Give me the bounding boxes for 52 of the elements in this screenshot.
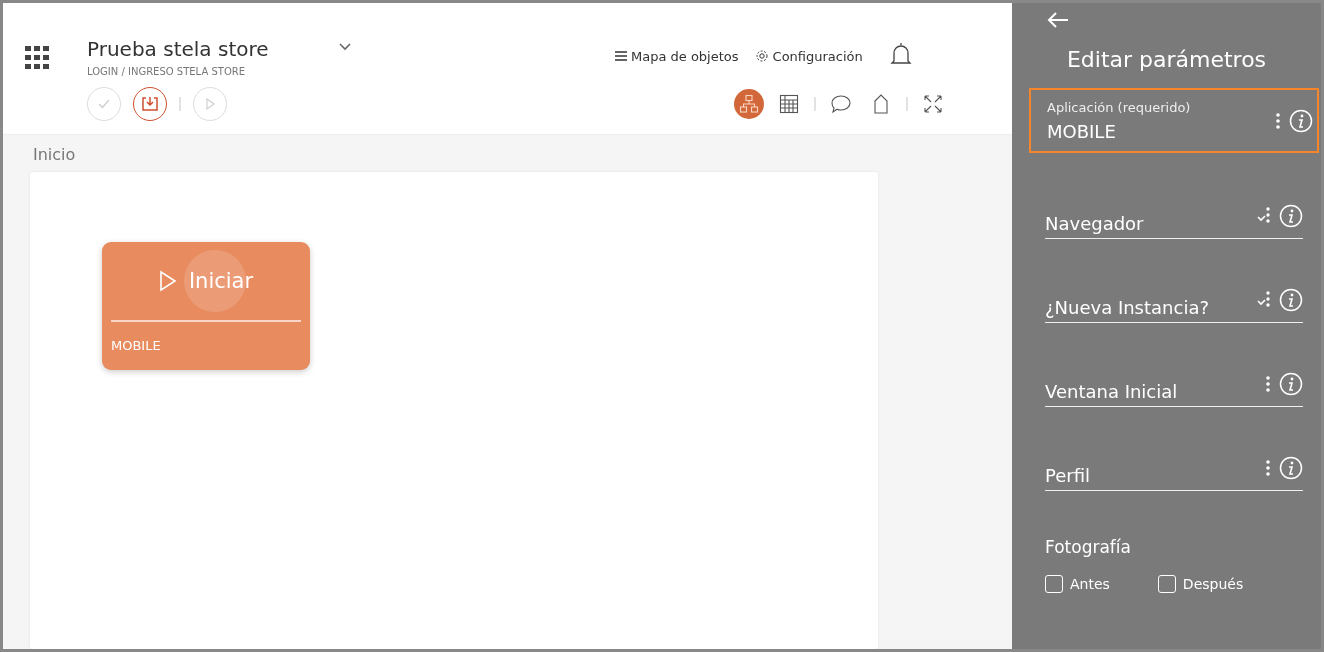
expand-icon: [923, 94, 943, 114]
parameter-field[interactable]: Perfil: [1045, 445, 1303, 491]
field-label: Navegador: [1045, 213, 1145, 234]
project-subtitle: LOGIN / INGRESO STELA STORE: [87, 66, 247, 77]
dots-check-icon[interactable]: [1257, 206, 1271, 225]
parameter-field[interactable]: Navegador: [1045, 193, 1303, 239]
download-icon: [141, 96, 159, 112]
checkbox-label: Antes: [1070, 576, 1110, 592]
settings-icon: [754, 49, 769, 63]
parameter-field[interactable]: Aplicación (requerido) MOBILE: [1029, 88, 1319, 153]
node-value: MOBILE: [111, 338, 161, 353]
info-icon[interactable]: [1279, 203, 1303, 228]
dots-check-icon[interactable]: [1257, 290, 1271, 309]
field-label: Ventana Inicial: [1045, 381, 1179, 402]
info-icon[interactable]: [1279, 287, 1303, 312]
info-icon[interactable]: [1279, 371, 1303, 396]
checkbox[interactable]: [1157, 575, 1176, 593]
node-label: Iniciar: [188, 269, 254, 293]
field-label: Aplicación (requerido): [1047, 99, 1192, 115]
checkbox-label: Después: [1182, 576, 1244, 592]
parameter-field[interactable]: ¿Nueva Instancia?: [1045, 277, 1303, 323]
tag-icon: [873, 93, 889, 115]
field-label: Perfil: [1045, 465, 1092, 486]
field-value: MOBILE: [1047, 120, 1117, 142]
project-title: Prueba stela store: [87, 37, 269, 61]
play-icon: [158, 270, 177, 292]
flowchart-icon: [739, 94, 759, 114]
info-icon[interactable]: [1289, 108, 1313, 133]
flow-view-button[interactable]: [734, 89, 764, 119]
apps-grid-icon[interactable]: [25, 46, 49, 70]
table-icon: [779, 94, 799, 114]
header-link[interactable]: Configuración: [754, 48, 863, 64]
check-button[interactable]: [87, 87, 121, 121]
more-options-icon[interactable]: [1265, 458, 1271, 477]
menu-icon: [615, 51, 627, 61]
info-icon[interactable]: [1279, 455, 1303, 480]
panel-title: Editar parámetros: [1066, 47, 1267, 72]
field-label: ¿Nueva Instancia?: [1045, 297, 1210, 318]
play-icon: [203, 97, 217, 111]
back-arrow-icon[interactable]: [1047, 11, 1069, 29]
more-options-icon[interactable]: [1265, 374, 1271, 393]
parameter-field[interactable]: Ventana Inicial: [1045, 361, 1303, 407]
header-link[interactable]: Mapa de objetos: [615, 48, 739, 64]
start-node[interactable]: Iniciar MOBILE: [102, 242, 310, 370]
speech-bubble-icon: [830, 94, 852, 114]
more-options-icon[interactable]: [1275, 111, 1281, 130]
breadcrumb[interactable]: Inicio: [33, 145, 76, 164]
download-button[interactable]: [133, 87, 167, 121]
checkbox[interactable]: [1045, 575, 1063, 593]
chevron-down-icon[interactable]: [338, 43, 351, 51]
bell-icon[interactable]: [888, 41, 913, 67]
photo-section-label: Fotografía: [1045, 537, 1132, 557]
